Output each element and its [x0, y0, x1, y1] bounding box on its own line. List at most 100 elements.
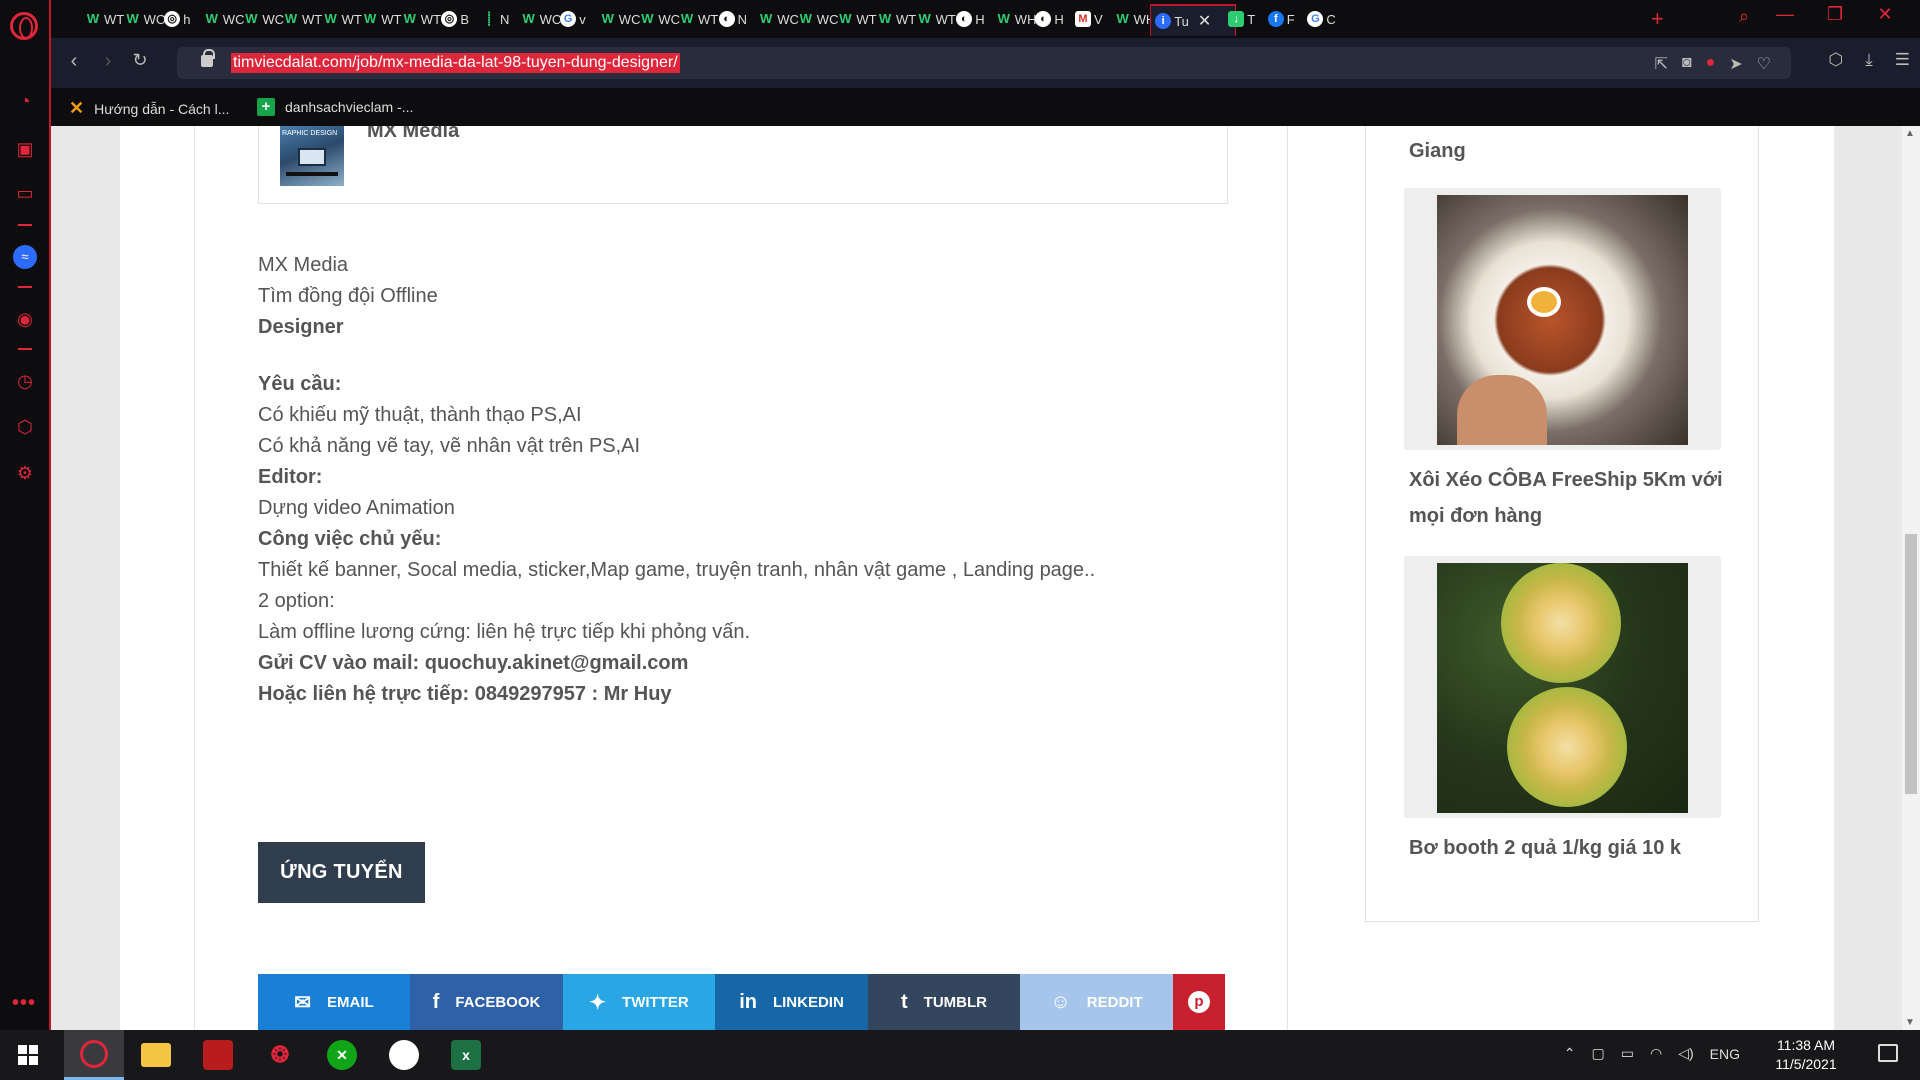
windows-start-icon[interactable]: [18, 1045, 38, 1065]
zalo-icon: [389, 1040, 419, 1070]
x-icon: ✕: [69, 98, 85, 118]
download-icon: ↓: [1228, 11, 1245, 27]
share-icon[interactable]: ⇱: [1655, 54, 1668, 74]
share-linkedin-button[interactable]: in LINKEDIN: [715, 974, 868, 1030]
job-heading: Công việc chủ yếu:: [258, 528, 442, 550]
send-icon[interactable]: ➤: [1729, 54, 1742, 74]
language-indicator[interactable]: ENG: [1710, 1046, 1740, 1062]
briefcase-icon[interactable]: ▣: [12, 136, 38, 162]
player-icon[interactable]: ◉: [12, 306, 38, 332]
volume-icon[interactable]: ◁): [1678, 1045, 1693, 1062]
extensions-cube-icon[interactable]: ⬡: [12, 414, 38, 440]
job-heading: Editor:: [258, 466, 323, 488]
product-title[interactable]: Bơ booth 2 quả 1/kg giá 10 k: [1409, 830, 1729, 866]
hand-shape: [1457, 375, 1547, 445]
wt-icon: W: [680, 11, 694, 26]
browser-tab[interactable]: GC: [1303, 6, 1351, 32]
messenger-icon[interactable]: ≈: [13, 245, 37, 269]
product-card-image[interactable]: [1404, 556, 1721, 818]
tab-label: v: [579, 11, 586, 27]
restore-icon[interactable]: ❐: [1815, 4, 1855, 25]
share-reddit-button[interactable]: ☺ REDDIT: [1020, 974, 1173, 1030]
wt-icon: W: [126, 11, 139, 26]
new-tab-plus-icon[interactable]: +: [1651, 6, 1664, 32]
tab-label: N: [737, 11, 747, 27]
reload-icon[interactable]: ↻: [127, 50, 153, 71]
bookmarks-bar: ✕ Hướng dẫn - Cách l... + danhsachviecla…: [51, 88, 1920, 126]
page-scrollbar[interactable]: ▲ ▼: [1902, 126, 1920, 1030]
opera-icon: ◎: [441, 11, 458, 27]
easy-setup-icon[interactable]: ☰: [1895, 50, 1910, 70]
more-dots-icon[interactable]: •••: [12, 992, 36, 1015]
tab-search-icon[interactable]: ⌕: [1739, 6, 1749, 27]
heart-icon[interactable]: ♡: [1757, 54, 1771, 74]
twitter-icon: ✦: [589, 991, 607, 1014]
sheets-icon: +: [257, 98, 275, 116]
share-facebook-button[interactable]: f FACEBOOK: [410, 974, 563, 1030]
show-hidden-icons-icon[interactable]: ⌃: [1564, 1045, 1576, 1062]
toolbar-right: ⬡ ⤓ ☰: [1828, 50, 1910, 70]
wt-icon: W: [641, 11, 654, 26]
address-field[interactable]: timviecdalat.com/job/mx-media-da-lat-98-…: [177, 47, 1791, 79]
company-name[interactable]: MX Media: [367, 126, 459, 143]
facebook-icon: f: [432, 990, 440, 1013]
bookmark-item[interactable]: ✕ Hướng dẫn - Cách l...: [69, 98, 229, 119]
share-email-button[interactable]: ✉ EMAIL: [258, 974, 410, 1030]
close-tab-icon[interactable]: ✕: [1198, 11, 1211, 31]
settings-gear-icon[interactable]: ⚙: [12, 460, 38, 486]
action-center-icon[interactable]: [1878, 1044, 1898, 1062]
company-logo[interactable]: RAPHIC DESIGN: [280, 126, 344, 186]
tab-label: T: [1247, 11, 1256, 27]
product-card-image[interactable]: [1404, 188, 1721, 450]
apply-button[interactable]: ỨNG TUYỂN: [258, 842, 425, 903]
taskbar-excel[interactable]: x: [436, 1030, 496, 1080]
forward-arrow-icon[interactable]: ›: [95, 50, 121, 73]
company-card: RAPHIC DESIGN MX Media: [258, 126, 1228, 204]
extensions-icon[interactable]: ⬡: [1828, 50, 1843, 70]
share-tumblr-button[interactable]: t TUMBLR: [868, 974, 1020, 1030]
battery-icon[interactable]: ▭: [1621, 1045, 1634, 1062]
wt-icon: W: [245, 11, 258, 26]
taskbar-file-explorer[interactable]: [126, 1030, 186, 1080]
history-icon[interactable]: ◷: [12, 368, 38, 394]
share-label: TUMBLR: [923, 993, 987, 1011]
taskbar-garena[interactable]: ❂: [250, 1030, 310, 1080]
speed-dial-icon[interactable]: ◔: [12, 88, 38, 114]
close-window-icon[interactable]: ✕: [1865, 4, 1905, 25]
taskbar-xbox[interactable]: ✕: [312, 1030, 372, 1080]
sidebar-divider: [18, 348, 32, 350]
scroll-up-icon[interactable]: ▲: [1905, 128, 1915, 139]
page-content: RAPHIC DESIGN MX Media MX Media Tìm đồng …: [120, 126, 1834, 1030]
opera-logo-icon[interactable]: [10, 12, 38, 40]
wt-icon: W: [878, 11, 892, 26]
google-icon: G: [1307, 11, 1324, 27]
back-arrow-icon[interactable]: ‹: [61, 50, 87, 73]
tumblr-icon: t: [901, 990, 908, 1013]
widget-item-title[interactable]: Giang: [1409, 140, 1466, 163]
bookmark-item[interactable]: + danhsachvieclam -...: [257, 98, 413, 116]
tab-label: C: [1326, 11, 1336, 27]
download-icon[interactable]: ⤓: [1865, 50, 1873, 70]
job-text: Có khả năng vẽ tay, vẽ nhân vật trên PS,…: [258, 435, 641, 457]
scroll-down-icon[interactable]: ▼: [1905, 1017, 1915, 1028]
camera-icon[interactable]: ◙: [1682, 54, 1692, 74]
tab-label: H: [1054, 11, 1064, 27]
share-twitter-button[interactable]: ✦ TWITTER: [563, 974, 715, 1030]
taskbar-red-app[interactable]: [188, 1030, 248, 1080]
pinterest-icon: p: [1188, 991, 1210, 1013]
wifi-icon[interactable]: ◠: [1650, 1045, 1662, 1062]
adblock-shield-icon[interactable]: ●: [1706, 54, 1716, 74]
url-text[interactable]: timviecdalat.com/job/mx-media-da-lat-98-…: [231, 53, 680, 73]
meet-now-icon[interactable]: ▢: [1592, 1045, 1605, 1062]
scroll-thumb[interactable]: [1905, 534, 1917, 794]
twitch-icon[interactable]: ▭: [12, 180, 38, 206]
taskbar-opera[interactable]: [64, 1030, 124, 1080]
clock[interactable]: 11:38 AM 11/5/2021: [1766, 1036, 1846, 1074]
minimize-icon[interactable]: —: [1765, 4, 1805, 25]
windows-taskbar: ❂ ✕ x ⌃ ▢ ▭ ◠ ◁) ENG 11:38 AM 11/5/2021: [0, 1030, 1920, 1080]
taskbar-zalo[interactable]: [374, 1030, 434, 1080]
share-pinterest-button[interactable]: p: [1173, 974, 1225, 1030]
sidebar-divider: [18, 224, 32, 226]
linkedin-icon: in: [739, 990, 757, 1013]
product-title[interactable]: Xôi Xéo CÔBA FreeShip 5Km với mọi đơn hà…: [1409, 462, 1729, 534]
